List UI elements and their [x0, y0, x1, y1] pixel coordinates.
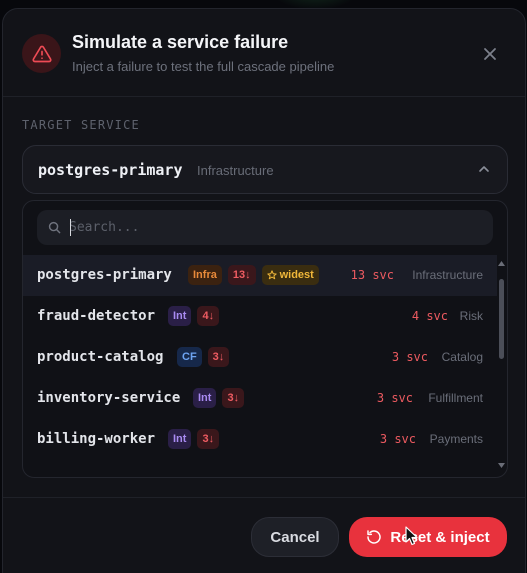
cancel-button[interactable]: Cancel — [251, 517, 339, 557]
service-name: product-catalog — [37, 349, 164, 365]
service-badges: CF 3↓ — [177, 347, 230, 367]
alert-icon-badge — [22, 34, 61, 73]
search-input[interactable] — [69, 217, 469, 238]
scroll-up-arrow-icon[interactable] — [498, 261, 505, 266]
service-category: Payments — [429, 432, 483, 446]
target-service-label: TARGET SERVICE — [22, 118, 140, 132]
target-service-select[interactable]: postgres-primary Infrastructure — [22, 145, 508, 194]
widest-label: widest — [279, 269, 314, 281]
type-badge: Int — [193, 388, 217, 408]
dependents-badge: 3↓ — [222, 388, 245, 408]
scroll-down-arrow-icon[interactable] — [498, 463, 505, 468]
reset-and-inject-button[interactable]: Reset & inject — [349, 517, 507, 557]
scrollbar-thumb[interactable] — [499, 279, 504, 359]
chevron-up-icon — [479, 166, 489, 172]
rotate-ccw-icon — [367, 530, 382, 544]
widest-badge: widest — [261, 265, 319, 285]
star-icon — [266, 270, 277, 280]
inject-failure-dialog: Simulate a service failure Inject a fail… — [2, 8, 526, 573]
search-box — [37, 210, 493, 245]
dependents-badge: 13↓ — [227, 265, 256, 285]
dependents-badge: 3↓ — [197, 429, 220, 449]
dialog-title: Simulate a service failure — [72, 32, 289, 52]
text-caret — [70, 219, 71, 236]
close-icon — [484, 48, 496, 60]
service-category: Fulfillment — [428, 391, 483, 405]
type-badge: Int — [168, 306, 192, 326]
mouse-cursor-icon — [405, 526, 418, 546]
service-dropdown: postgres-primary Infra 13↓ widest 13 svc… — [22, 200, 508, 478]
dialog-header: Simulate a service failure Inject a fail… — [3, 9, 525, 97]
service-row-inventory-service[interactable]: inventory-service Int 3↓ 3 svc Fulfillme… — [23, 378, 497, 419]
service-name: fraud-detector — [37, 308, 156, 324]
service-name: postgres-primary — [37, 267, 172, 283]
selected-service-name: postgres-primary — [38, 161, 183, 179]
dialog-subtitle: Inject a failure to test the full cascad… — [72, 59, 335, 74]
service-badges: Infra 13↓ widest — [188, 265, 319, 285]
service-category: Risk — [459, 309, 483, 323]
service-category: Infrastructure — [412, 268, 483, 282]
service-name: billing-worker — [37, 431, 156, 447]
selected-service-category: Infrastructure — [197, 163, 274, 178]
service-list: postgres-primary Infra 13↓ widest 13 svc… — [23, 255, 497, 477]
service-count: 4 svc — [411, 309, 448, 323]
service-row-product-catalog[interactable]: product-catalog CF 3↓ 3 svc Catalog — [23, 337, 497, 378]
search-icon — [48, 221, 61, 234]
dialog-footer: Cancel Reset & inject — [3, 497, 525, 573]
service-count: 3 svc — [391, 350, 428, 364]
service-name: inventory-service — [37, 390, 181, 406]
type-badge: Infra — [188, 265, 222, 285]
service-badges: Int 3↓ — [193, 388, 245, 408]
service-badges: Int 4↓ — [168, 306, 220, 326]
dependents-badge: 4↓ — [197, 306, 220, 326]
service-category: Catalog — [441, 350, 483, 364]
service-row-billing-worker[interactable]: billing-worker Int 3↓ 3 svc Payments — [23, 419, 497, 460]
type-badge: Int — [168, 429, 192, 449]
service-row-postgres-primary[interactable]: postgres-primary Infra 13↓ widest 13 svc… — [23, 255, 497, 296]
service-count: 3 svc — [379, 432, 416, 446]
close-button[interactable] — [479, 43, 501, 65]
service-count: 13 svc — [350, 268, 394, 282]
alert-triangle-icon — [31, 45, 52, 62]
service-row-fraud-detector[interactable]: fraud-detector Int 4↓ 4 svc Risk — [23, 296, 497, 337]
type-badge: CF — [177, 347, 202, 367]
service-count: 3 svc — [376, 391, 413, 405]
dependents-badge: 3↓ — [207, 347, 230, 367]
service-badges: Int 3↓ — [168, 429, 220, 449]
